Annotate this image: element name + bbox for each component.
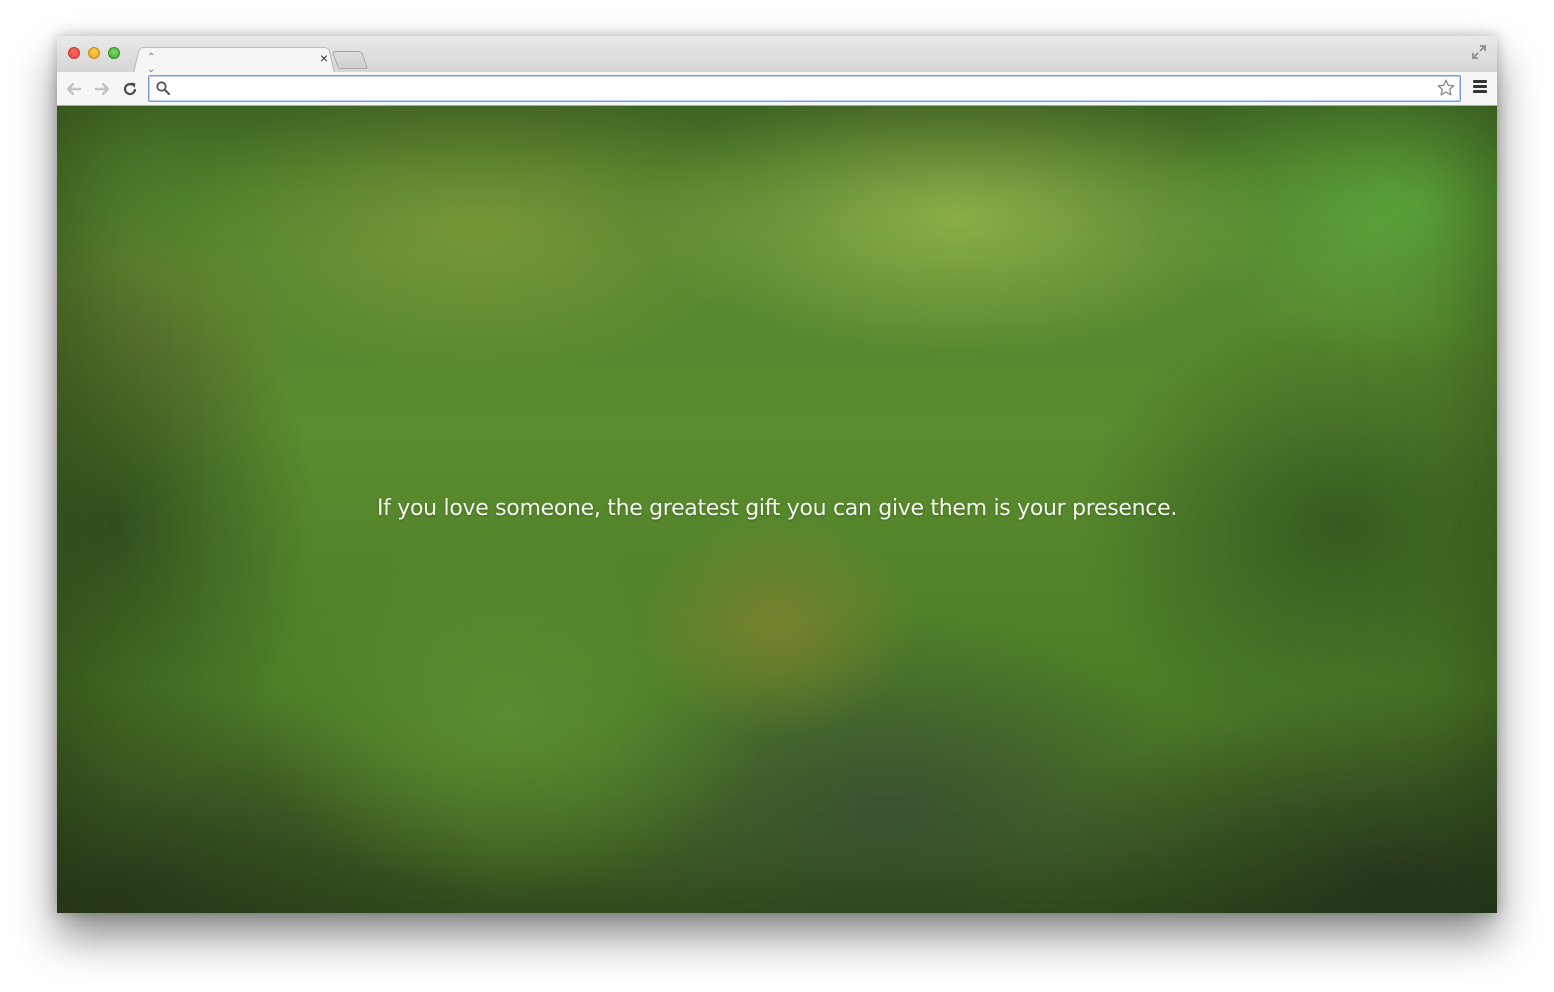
title-bar: ⌃ ⌄ ×: [57, 36, 1497, 75]
hamburger-menu-icon[interactable]: [1473, 80, 1489, 96]
fullscreen-icon[interactable]: [1471, 44, 1487, 60]
new-tab-button[interactable]: [331, 51, 369, 69]
bookmark-star-icon[interactable]: [1436, 78, 1456, 98]
back-arrow-icon[interactable]: [64, 79, 84, 99]
zoom-window-button[interactable]: [108, 47, 120, 59]
browser-toolbar: [57, 72, 1497, 106]
quote-text: If you love someone, the greatest gift y…: [376, 496, 1178, 521]
tab-close-icon[interactable]: ×: [317, 51, 331, 65]
search-icon: [155, 80, 171, 96]
reload-icon[interactable]: [120, 79, 140, 99]
page-viewport: If you love someone, the greatest gift y…: [57, 106, 1497, 913]
address-input[interactable]: [177, 79, 1421, 100]
address-bar[interactable]: [148, 75, 1461, 102]
browser-tab-content[interactable]: ⌃ ⌄ ×: [143, 46, 333, 75]
close-window-button[interactable]: [68, 47, 80, 59]
browser-window: ⌃ ⌄ × If you love someone, the greatest …: [57, 36, 1497, 913]
forward-arrow-icon[interactable]: [92, 79, 112, 99]
minimize-window-button[interactable]: [88, 47, 100, 59]
